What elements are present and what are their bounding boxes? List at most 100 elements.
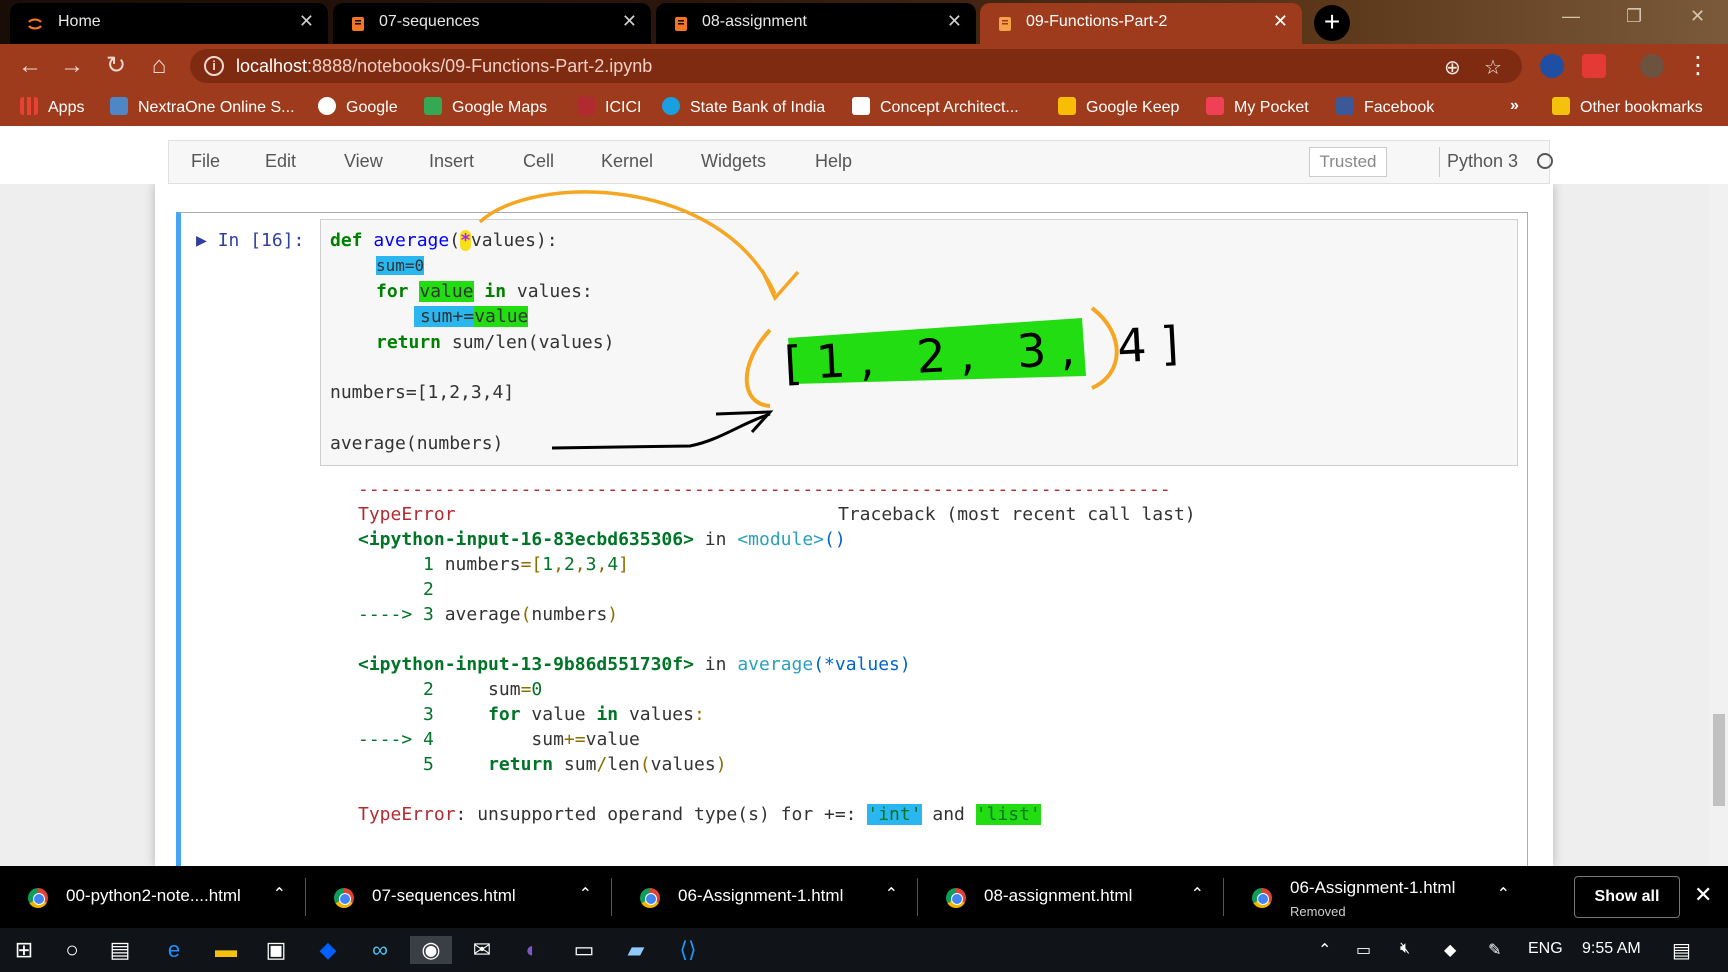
- menu-edit[interactable]: Edit: [265, 151, 296, 172]
- bookmarks-overflow-button[interactable]: »: [1510, 97, 1519, 115]
- annotation-paren-left: [744, 328, 772, 408]
- search-icon[interactable]: ○: [58, 936, 86, 964]
- info-icon[interactable]: i: [204, 56, 224, 76]
- traceback-frame-header: <ipython-input-13-9b86d551730f> in avera…: [358, 654, 911, 675]
- chevron-up-icon[interactable]: ⌃: [579, 884, 592, 904]
- bookmark-icici[interactable]: ICICI: [577, 97, 641, 117]
- notifications-icon[interactable]: ▤: [1672, 938, 1691, 963]
- bookmark-concept-architect[interactable]: Concept Architect...: [852, 97, 1019, 117]
- close-icon[interactable]: ✕: [1694, 882, 1712, 908]
- chevron-up-icon[interactable]: ⌃: [885, 884, 898, 904]
- nextraone-icon: [110, 97, 128, 115]
- vertical-scrollbar[interactable]: [1710, 184, 1728, 866]
- run-cell-icon[interactable]: ▶: [196, 230, 207, 251]
- tab-09-functions-part-2[interactable]: 09-Functions-Part-2 ✕: [980, 3, 1302, 44]
- menu-kebab-icon[interactable]: ⋮: [1684, 52, 1712, 80]
- dropbox-tray-icon[interactable]: ◆: [1444, 940, 1456, 960]
- apps-grid-icon: [20, 97, 38, 115]
- pen-icon[interactable]: ✎: [1488, 940, 1501, 960]
- minimize-icon[interactable]: —: [1562, 6, 1580, 27]
- task-view-icon[interactable]: ▤: [106, 936, 134, 964]
- menu-kernel[interactable]: Kernel: [601, 151, 653, 172]
- menu-help[interactable]: Help: [815, 151, 852, 172]
- download-item[interactable]: 00-python2-note....html ⌃: [0, 866, 306, 928]
- download-item[interactable]: 08-assignment.html ⌃: [918, 866, 1224, 928]
- avatar[interactable]: [1640, 54, 1664, 78]
- menu-file[interactable]: File: [191, 151, 220, 172]
- terminal-icon[interactable]: ▭: [570, 936, 598, 964]
- bookmark-google-keep[interactable]: Google Keep: [1058, 97, 1179, 117]
- bookmark-google-maps[interactable]: Google Maps: [424, 97, 547, 117]
- language-indicator[interactable]: ENG: [1528, 940, 1563, 958]
- pdf-extension-icon[interactable]: [1582, 54, 1606, 78]
- chevron-up-icon[interactable]: ⌃: [1191, 884, 1204, 904]
- annotation-arrow-orange: [478, 190, 777, 295]
- close-icon[interactable]: ✕: [622, 11, 637, 32]
- bookmark-my-pocket[interactable]: My Pocket: [1206, 97, 1309, 117]
- notebook-icon: [999, 17, 1011, 31]
- store-icon[interactable]: ▣: [262, 936, 290, 964]
- tab-08-assignment[interactable]: 08-assignment ✕: [656, 3, 976, 44]
- divider: [1439, 147, 1440, 177]
- traceback-frame-header: <ipython-input-16-83ecbd635306> in <modu…: [358, 529, 846, 550]
- vscode-icon[interactable]: ⟨⟩: [674, 936, 702, 964]
- keep-icon: [1058, 97, 1076, 115]
- traceback-line: ----> 3 average(numbers): [358, 604, 619, 625]
- trusted-indicator[interactable]: Trusted: [1309, 147, 1387, 177]
- download-item[interactable]: 06-Assignment-1.html ⌃: [612, 866, 918, 928]
- close-icon[interactable]: ✕: [1273, 11, 1288, 32]
- menu-widgets[interactable]: Widgets: [701, 151, 766, 172]
- zoom-icon[interactable]: ⊕: [1444, 55, 1461, 80]
- tab-label: 09-Functions-Part-2: [1026, 13, 1168, 30]
- code-line: sum=0: [376, 256, 425, 275]
- chevron-up-icon[interactable]: ⌃: [1497, 884, 1510, 904]
- eclipse-icon[interactable]: ◐: [518, 936, 546, 964]
- close-window-icon[interactable]: ✕: [1690, 6, 1705, 27]
- back-icon[interactable]: ←: [16, 52, 44, 80]
- tab-07-sequences[interactable]: 07-sequences ✕: [333, 3, 651, 44]
- volume-muted-icon[interactable]: 🔇︎: [1400, 940, 1410, 958]
- infinity-app-icon[interactable]: ∞: [366, 936, 394, 964]
- menu-view[interactable]: View: [344, 151, 383, 172]
- other-bookmarks[interactable]: Other bookmarks: [1552, 97, 1703, 117]
- download-item[interactable]: 07-sequences.html ⌃: [306, 866, 612, 928]
- mail-icon[interactable]: ✉: [468, 936, 496, 964]
- bookmark-google[interactable]: Google: [318, 97, 398, 117]
- dropbox-icon[interactable]: ◆: [314, 936, 342, 964]
- battery-icon[interactable]: ▭: [1356, 940, 1371, 960]
- close-icon[interactable]: ✕: [299, 11, 314, 32]
- scrollbar-thumb[interactable]: [1713, 714, 1725, 806]
- tab-home[interactable]: Home ✕: [10, 3, 328, 44]
- annotation-arrowhead: [715, 410, 774, 434]
- url-text[interactable]: localhost:8888/notebooks/09-Functions-Pa…: [236, 56, 652, 77]
- star-icon[interactable]: ☆: [1484, 55, 1502, 80]
- download-item[interactable]: 06-Assignment-1.html Removed ⌃: [1224, 866, 1530, 928]
- bookmark-nextraone[interactable]: NextraOne Online S...: [110, 97, 295, 117]
- restore-icon[interactable]: ❐: [1626, 6, 1642, 27]
- notepad-icon[interactable]: ▰: [622, 936, 650, 964]
- menu-insert[interactable]: Insert: [429, 151, 474, 172]
- file-explorer-icon[interactable]: ▬: [212, 936, 240, 964]
- bookmark-apps[interactable]: Apps: [20, 97, 84, 117]
- reload-icon[interactable]: ↻: [102, 52, 130, 80]
- forward-icon[interactable]: →: [58, 52, 86, 80]
- chrome-file-icon: [28, 888, 48, 908]
- windows-start-icon[interactable]: ⊞: [10, 936, 38, 964]
- show-all-button[interactable]: Show all: [1574, 876, 1680, 918]
- home-icon[interactable]: ⌂: [145, 52, 173, 80]
- new-tab-button[interactable]: +: [1314, 5, 1350, 41]
- gmail-icon: [852, 97, 870, 115]
- menu-cell[interactable]: Cell: [523, 151, 554, 172]
- close-icon[interactable]: ✕: [947, 11, 962, 32]
- address-bar[interactable]: i localhost:8888/notebooks/09-Functions-…: [190, 49, 1522, 83]
- chrome-icon[interactable]: ◉: [410, 936, 452, 964]
- edge-icon[interactable]: e: [160, 936, 188, 964]
- clock[interactable]: 9:55 AM: [1582, 940, 1641, 958]
- notebook-icon: [352, 17, 364, 31]
- extension-icon[interactable]: [1540, 54, 1564, 78]
- download-bar: 00-python2-note....html ⌃ 07-sequences.ht…: [0, 866, 1728, 928]
- bookmark-sbi[interactable]: State Bank of India: [662, 97, 825, 117]
- tray-expand-icon[interactable]: ⌃: [1318, 940, 1331, 960]
- bookmark-facebook[interactable]: Facebook: [1336, 97, 1434, 117]
- chevron-up-icon[interactable]: ⌃: [273, 884, 286, 904]
